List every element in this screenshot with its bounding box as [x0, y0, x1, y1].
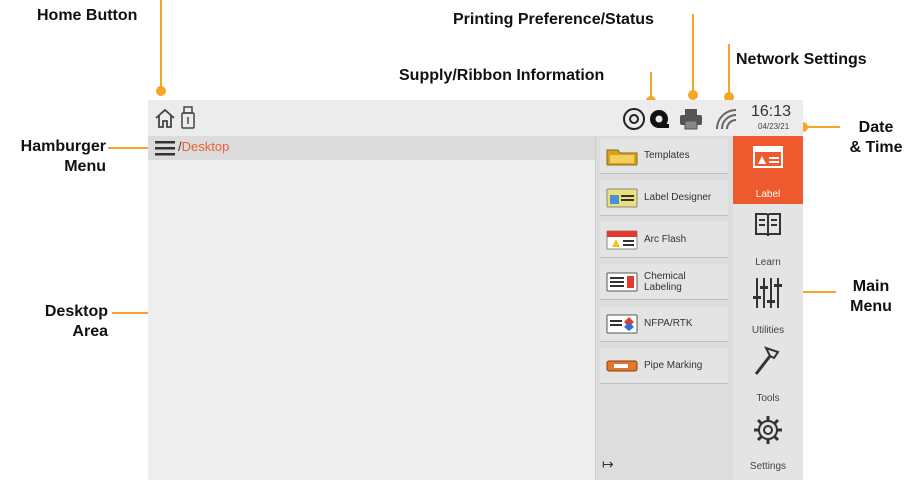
callout-date-time: Date & Time — [843, 118, 909, 158]
main-menu-learn[interactable]: Learn — [733, 204, 803, 272]
main-menu-label[interactable]: Label — [733, 136, 803, 204]
collapse-arrow-icon[interactable]: ↦ — [602, 456, 614, 473]
callout-line — [108, 147, 153, 149]
panel-item-label: Pipe Marking — [644, 360, 703, 371]
book-icon — [755, 213, 781, 237]
panel-item-label: Chemical Labeling — [644, 270, 686, 293]
main-menu-item-label: Settings — [749, 461, 787, 472]
panel-item-label: Label Designer — [644, 192, 712, 203]
main-menu-tools[interactable]: Tools — [733, 340, 803, 408]
nfpa-icon — [606, 314, 638, 334]
callout-dot — [688, 90, 698, 100]
callout-line — [692, 14, 694, 94]
callout-desktop-line2: Area — [72, 323, 108, 340]
callout-desktop-line1: Desktop — [44, 303, 108, 320]
clock-date[interactable]: 04/23/21 — [758, 122, 789, 131]
panel-item-label-designer[interactable]: Label Designer — [600, 180, 728, 216]
folder-icon — [606, 149, 638, 166]
main-menu-item-label: Learn — [755, 257, 781, 268]
network-icon[interactable] — [714, 107, 738, 131]
desktop-area[interactable] — [148, 160, 595, 480]
callout-hamburger-line2: Menu — [64, 158, 106, 175]
sliders-icon — [753, 278, 782, 308]
label-designer-icon — [606, 188, 638, 208]
main-menu-settings[interactable]: Settings — [733, 408, 803, 476]
main-menu-item-label: Utilities — [751, 325, 785, 336]
gear-icon — [754, 416, 782, 444]
panel-item-label: Arc Flash — [644, 234, 687, 245]
printer-icon[interactable] — [678, 107, 704, 131]
label-apps-panel: Templates Label Designer Arc Flash Chemi… — [595, 136, 733, 480]
breadcrumb-bar: /Desktop — [148, 136, 595, 160]
callout-home-button: Home Button — [37, 7, 138, 24]
callout-printing: Printing Preference/Status — [453, 11, 654, 28]
panel-item-arc-flash[interactable]: Arc Flash — [600, 222, 728, 258]
arc-flash-icon — [606, 230, 638, 250]
ribbon-icon[interactable] — [648, 108, 670, 130]
callout-line — [728, 44, 730, 96]
callout-desktop-area: Desktop Area — [20, 302, 108, 342]
main-menu-utilities[interactable]: Utilities — [733, 272, 803, 340]
main-menu-item-label: Label — [755, 189, 781, 200]
home-icon[interactable] — [154, 107, 176, 129]
device-screen: 16:13 04/23/21 /Desktop Templates Label … — [148, 100, 803, 480]
callout-mainmenu-line1: Main — [852, 278, 890, 295]
pipe-marker-icon — [606, 360, 638, 372]
callout-hamburger-line1: Hamburger — [20, 138, 106, 155]
callout-date-line2: & Time — [849, 139, 903, 156]
supply-icon[interactable] — [622, 107, 646, 131]
callout-main-menu: Main Menu — [838, 277, 904, 317]
callout-network: Network Settings — [736, 51, 867, 68]
panel-item-pipe-marking[interactable]: Pipe Marking — [600, 348, 728, 384]
usb-drive-icon[interactable] — [180, 106, 196, 130]
callout-line — [650, 72, 652, 98]
breadcrumb-current[interactable]: Desktop — [182, 139, 230, 154]
main-menu: Label Learn Utilities Tools Settings — [733, 136, 803, 480]
callout-dot — [156, 86, 166, 96]
panel-item-nfpa-rtk[interactable]: NFPA/RTK — [600, 306, 728, 342]
clock-time[interactable]: 16:13 — [751, 103, 791, 121]
breadcrumb: /Desktop — [178, 139, 229, 154]
hamburger-menu-icon[interactable] — [155, 139, 175, 157]
panel-item-templates[interactable]: Templates — [600, 138, 728, 174]
callout-hamburger: Hamburger Menu — [8, 137, 106, 177]
callout-date-line1: Date — [858, 119, 894, 136]
chemical-label-icon — [606, 272, 638, 292]
hammer-icon — [754, 346, 780, 375]
callout-mainmenu-line2: Menu — [850, 298, 892, 315]
callout-supply: Supply/Ribbon Information — [399, 67, 605, 84]
panel-item-label: Templates — [644, 150, 690, 161]
main-menu-item-label: Tools — [756, 393, 780, 404]
panel-item-chemical-labeling[interactable]: Chemical Labeling — [600, 264, 728, 300]
label-icon — [753, 146, 783, 168]
status-bar: 16:13 04/23/21 — [148, 100, 803, 136]
panel-item-label: NFPA/RTK — [644, 318, 693, 329]
callout-line — [160, 0, 162, 90]
